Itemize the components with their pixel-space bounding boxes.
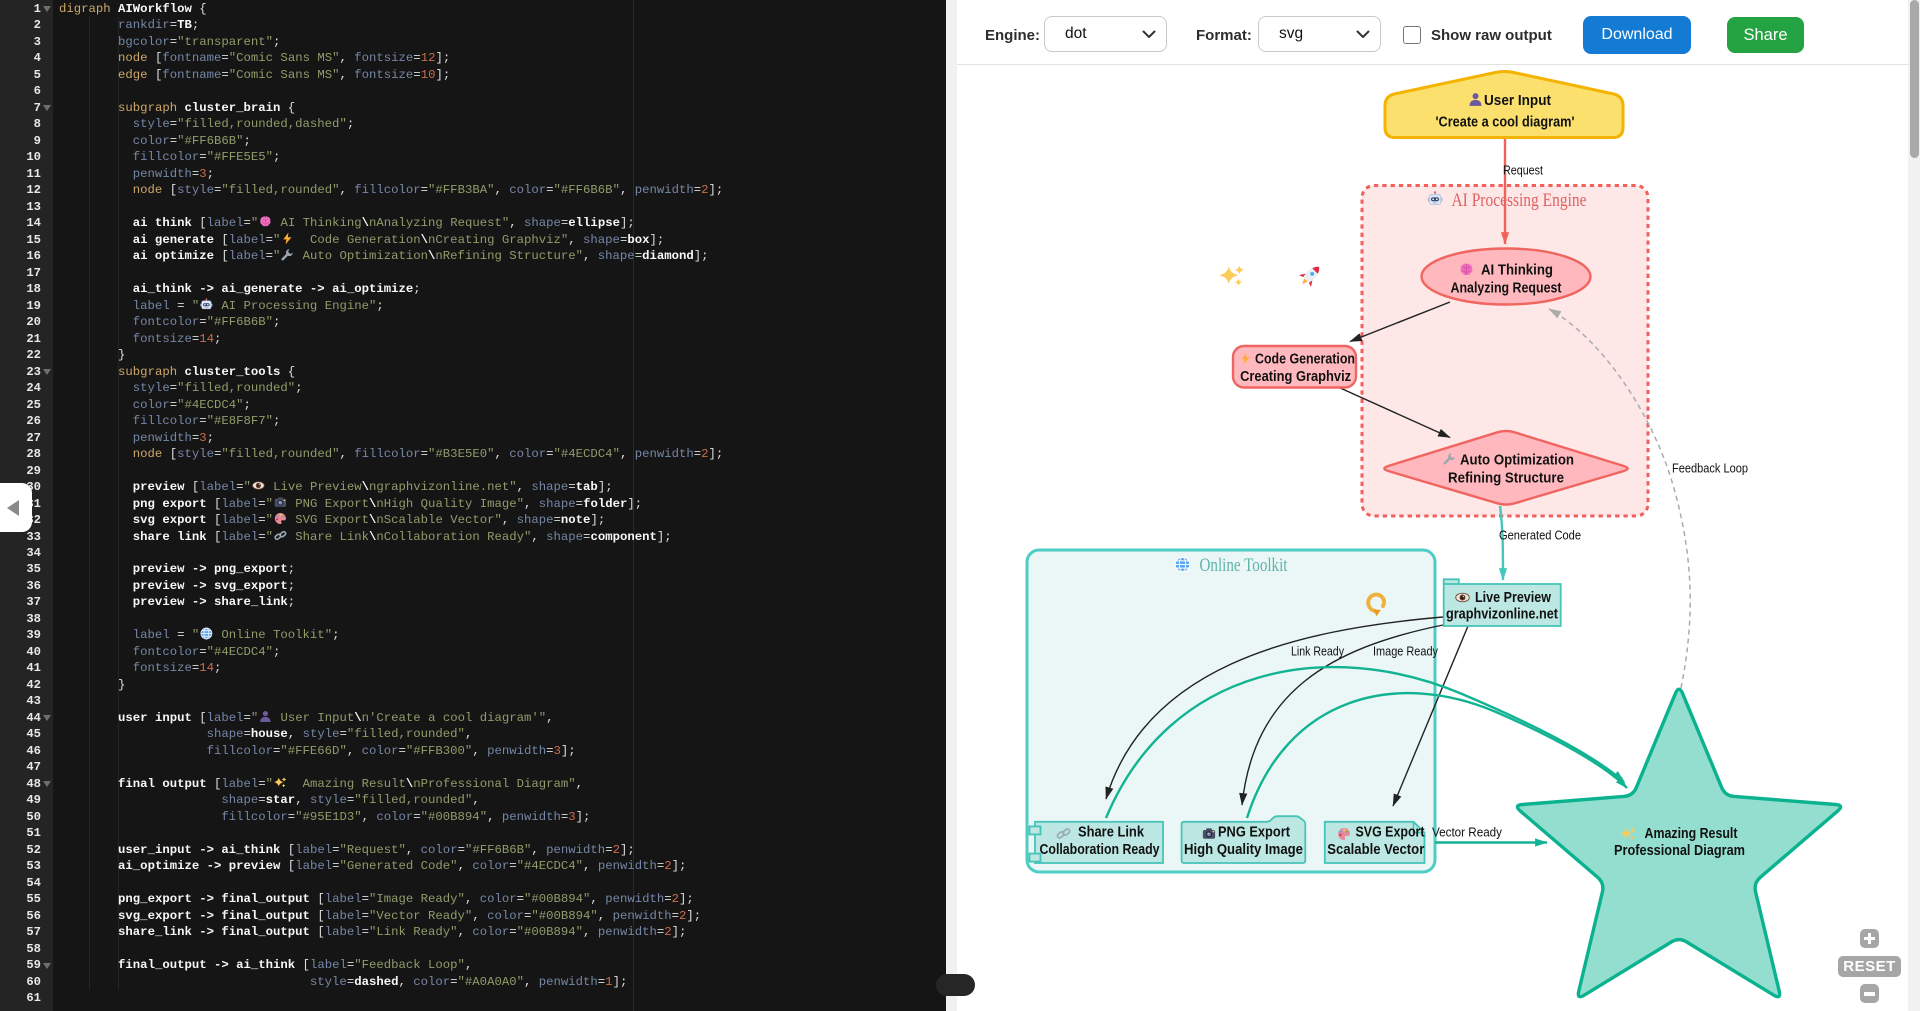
svg-text:Vector Ready: Vector Ready (1432, 825, 1502, 840)
svg-text:Auto Optimization: Auto Optimization (1460, 453, 1574, 469)
svg-text:Analyzing Request: Analyzing Request (1451, 281, 1562, 297)
svg-text:Image Ready: Image Ready (1373, 644, 1438, 659)
svg-text:graphvizonline.net: graphvizonline.net (1446, 607, 1558, 623)
svg-text:Online Toolkit: Online Toolkit (1200, 555, 1289, 576)
svg-text:PNG Export: PNG Export (1218, 825, 1290, 841)
svg-text:Generated Code: Generated Code (1499, 528, 1581, 543)
svg-text:AI Thinking: AI Thinking (1481, 263, 1553, 279)
svg-text:AI Processing Engine: AI Processing Engine (1452, 190, 1587, 211)
svg-text:Professional Diagram: Professional Diagram (1614, 843, 1745, 859)
svg-text:'Create a cool diagram': 'Create a cool diagram' (1436, 115, 1575, 131)
svg-text:Refining Structure: Refining Structure (1448, 471, 1564, 487)
svg-text:Creating Graphviz: Creating Graphviz (1240, 369, 1351, 385)
svg-text:Request: Request (1503, 163, 1543, 178)
svg-text:Live Preview: Live Preview (1475, 590, 1552, 606)
svg-text:Share Link: Share Link (1078, 825, 1145, 841)
svg-text:Link Ready: Link Ready (1291, 644, 1344, 659)
svg-text:User Input: User Input (1484, 93, 1551, 109)
svg-text:Feedback Loop: Feedback Loop (1672, 461, 1748, 476)
svg-text:Code Generation: Code Generation (1255, 352, 1355, 368)
svg-text:SVG Export: SVG Export (1356, 825, 1425, 841)
svg-text:Scalable Vector: Scalable Vector (1327, 842, 1424, 858)
svg-text:High Quality Image: High Quality Image (1184, 842, 1303, 858)
svg-text:Collaboration Ready: Collaboration Ready (1040, 842, 1160, 858)
svg-text:Amazing Result: Amazing Result (1645, 826, 1738, 842)
